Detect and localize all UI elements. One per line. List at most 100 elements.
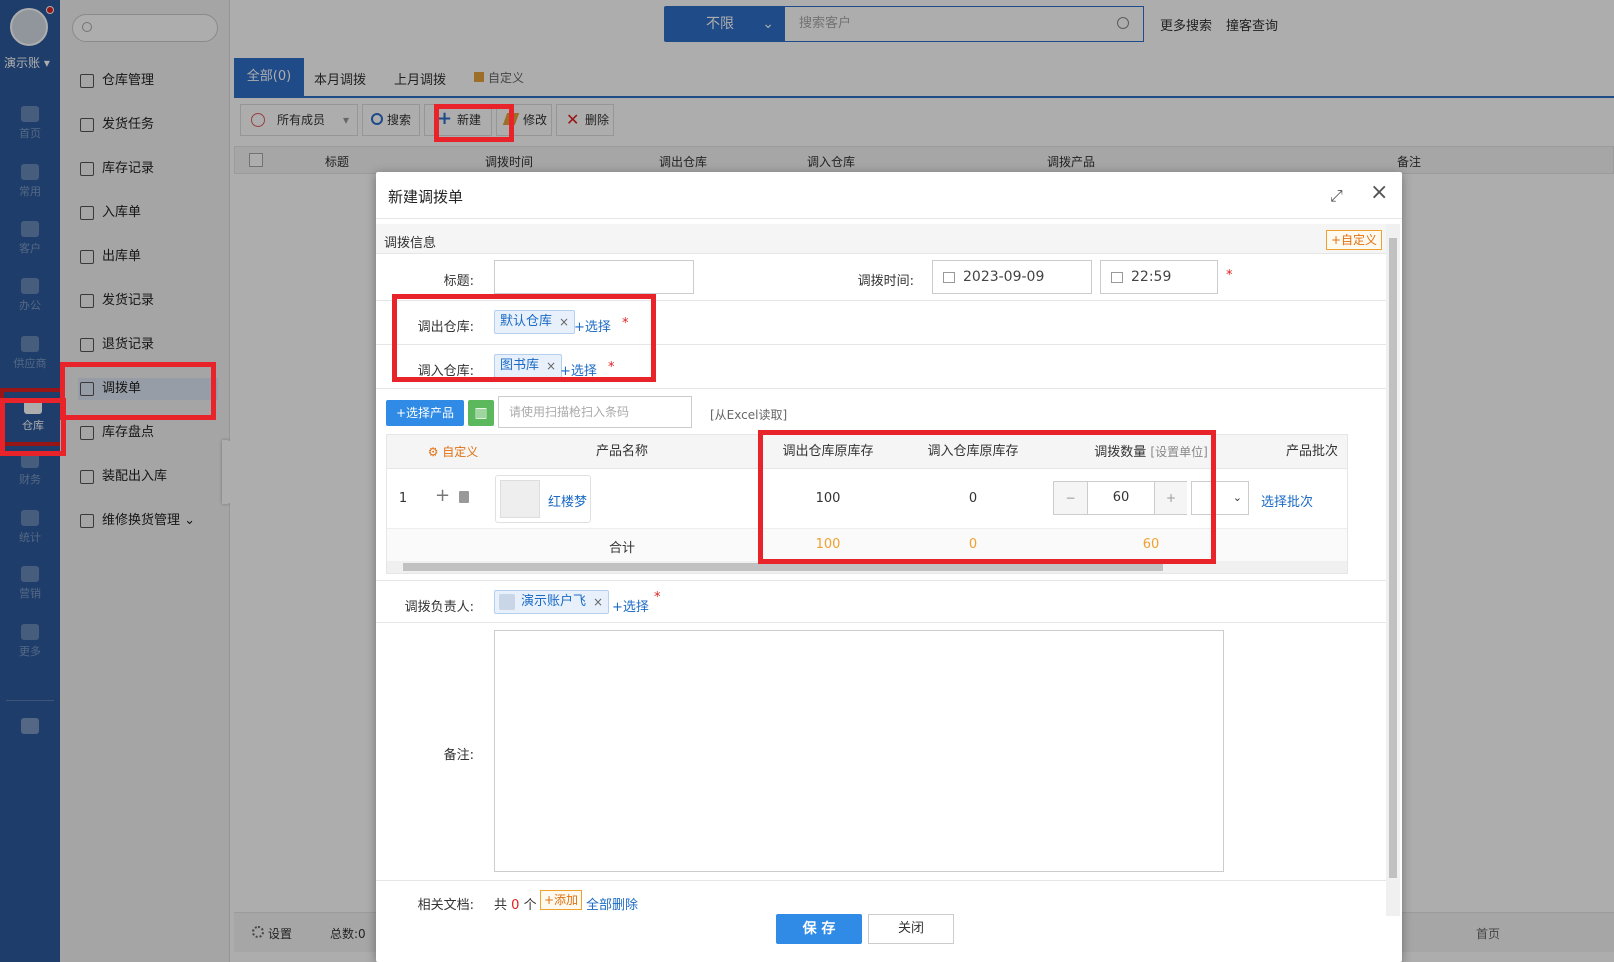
in-warehouse-tag[interactable]: 图书库 × [494, 354, 563, 378]
rail-item-3[interactable]: 办公 [0, 272, 60, 318]
set-unit-link[interactable]: [设置单位] [1150, 445, 1207, 459]
remark-textarea[interactable] [494, 630, 1224, 872]
new-button[interactable]: + 新建 [424, 104, 492, 136]
customize-button[interactable]: +自定义 [1326, 230, 1383, 250]
rail-item-8[interactable]: 营销 [0, 560, 60, 606]
vertical-scrollbar[interactable] [1386, 224, 1400, 916]
first-page-button[interactable]: 首页 [1476, 925, 1500, 942]
rail-item-9[interactable]: 更多 [0, 618, 60, 664]
tab-last-month[interactable]: 上月调拨 [394, 69, 446, 88]
submenu-item-1[interactable]: 发货任务 [78, 114, 154, 136]
required-mark: * [654, 590, 661, 605]
unit-select[interactable]: ⌄ [1191, 481, 1249, 515]
scope-select[interactable]: 不限 ⌄ [664, 6, 784, 42]
maximize-icon[interactable]: ⤢ [1330, 186, 1343, 206]
save-button[interactable]: 保 存 [776, 914, 862, 944]
tab-custom[interactable]: 自定义 [474, 69, 524, 86]
qty-stepper[interactable]: − 60 + [1053, 481, 1187, 515]
user-name[interactable]: 演示账 ▾ [4, 54, 50, 71]
out-warehouse-select-link[interactable]: +选择 [574, 316, 611, 335]
tab-this-month[interactable]: 本月调拨 [314, 69, 366, 88]
add-row-icon[interactable]: + [435, 485, 450, 506]
plus-icon[interactable]: + [1154, 482, 1187, 514]
marketing-icon [21, 566, 39, 582]
rail-item-label: 更多 [19, 645, 41, 658]
col-title[interactable]: 标题 [325, 153, 349, 170]
submenu-item-4[interactable]: 出库单 [78, 246, 141, 268]
edit-button[interactable]: 修改 [496, 104, 552, 136]
barcode-input[interactable]: 请使用扫描枪扫入条码 [498, 396, 692, 428]
scrollbar-thumb[interactable] [403, 563, 1163, 571]
home-icon [21, 106, 39, 122]
owner-select-link[interactable]: +选择 [612, 596, 649, 615]
close-icon[interactable]: × [1370, 180, 1388, 205]
product-card[interactable]: 红楼梦 [495, 475, 591, 523]
rail-item-2[interactable]: 客户 [0, 215, 60, 261]
tab-all[interactable]: 全部(0) [234, 58, 304, 96]
user-avatar-icon[interactable] [10, 8, 48, 46]
rail-item-1[interactable]: 常用 [0, 158, 60, 204]
rail-item-label: 客户 [19, 242, 41, 255]
col-time[interactable]: 调拨时间 [485, 153, 533, 170]
more-search-link[interactable]: 更多搜索 [1160, 15, 1212, 34]
rail-divider [6, 700, 54, 701]
submenu-item-9[interactable]: 装配出入库 [78, 466, 167, 488]
duplicate-check-link[interactable]: 撞客查询 [1226, 15, 1278, 34]
row-divider [376, 622, 1386, 623]
rail-item-5[interactable]: 仓库 [0, 388, 66, 446]
remark-label: 备注: [443, 748, 474, 763]
barcode-icon[interactable]: ▥ [468, 400, 494, 426]
time-input[interactable]: 22:59 [1100, 260, 1218, 294]
scrollbar-thumb[interactable] [1389, 238, 1397, 878]
submenu-item-0[interactable]: 仓库管理 [78, 70, 154, 92]
submenu-item-label: 库存盘点 [102, 425, 155, 440]
close-button[interactable]: 关闭 [868, 914, 954, 944]
members-select[interactable]: 所有成员 ▾ [240, 104, 358, 136]
col-products[interactable]: 调拨产品 [1047, 153, 1095, 170]
in-warehouse-select-link[interactable]: +选择 [560, 360, 597, 379]
date-input[interactable]: 2023-09-09 [932, 260, 1092, 294]
submenu-item-8[interactable]: 库存盘点 [78, 422, 154, 444]
rail-item-0[interactable]: 首页 [0, 100, 60, 146]
submenu-item-6[interactable]: 退货记录 [78, 334, 154, 356]
grid-col-out-stock: 调出仓库原库存 [782, 444, 874, 459]
remove-tag-icon[interactable]: × [593, 591, 603, 613]
minus-icon[interactable]: − [1054, 482, 1088, 514]
select-all-checkbox[interactable] [249, 153, 263, 167]
delete-all-docs-link[interactable]: 全部删除 [586, 894, 638, 913]
rail-item-7[interactable]: 统计 [0, 504, 60, 550]
owner-tag[interactable]: 演示账户飞 × [494, 590, 610, 614]
col-remark[interactable]: 备注 [1397, 153, 1421, 170]
rail-item-6[interactable]: 财务 [0, 446, 60, 492]
col-out-warehouse[interactable]: 调出仓库 [659, 153, 707, 170]
submenu-search-input[interactable] [72, 14, 218, 42]
rail-item-4[interactable]: 供应商 [0, 330, 60, 376]
remove-tag-icon[interactable]: × [559, 311, 569, 333]
customer-search-input[interactable]: 搜索客户 [784, 6, 1144, 42]
search-icon[interactable] [1117, 17, 1129, 29]
submenu-item-2[interactable]: 库存记录 [78, 158, 154, 180]
store-icon[interactable] [21, 718, 39, 734]
submenu-item-5[interactable]: 发货记录 [78, 290, 154, 312]
excel-import-link[interactable]: [从Excel读取] [710, 406, 787, 423]
horizontal-scrollbar[interactable] [387, 561, 1347, 573]
remove-tag-icon[interactable]: × [546, 355, 556, 377]
select-product-button[interactable]: +选择产品 [386, 400, 464, 426]
submenu-item-10[interactable]: 维修换货管理 ⌄ [78, 510, 195, 532]
submenu-item-3[interactable]: 入库单 [78, 202, 141, 224]
rail-item-label: 办公 [19, 299, 41, 312]
settings-button[interactable]: 设置 [252, 925, 292, 942]
title-input[interactable] [494, 260, 694, 294]
search-button[interactable]: 搜索 [362, 104, 420, 136]
submenu-item-7[interactable]: 调拨单 [78, 378, 218, 400]
out-warehouse-tag[interactable]: 默认仓库 × [494, 310, 576, 334]
trash-icon[interactable] [459, 491, 469, 503]
add-doc-button[interactable]: +添加 [540, 890, 583, 910]
plus-icon: + [437, 108, 453, 129]
grid-custom-button[interactable]: ⚙ 自定义 [423, 435, 483, 469]
select-batch-link[interactable]: 选择批次 [1261, 491, 1313, 510]
col-in-warehouse[interactable]: 调入仓库 [807, 153, 855, 170]
product-name[interactable]: 红楼梦 [548, 491, 587, 510]
qty-input[interactable]: 60 [1088, 482, 1154, 514]
delete-button[interactable]: ✕ 删除 [556, 104, 614, 136]
